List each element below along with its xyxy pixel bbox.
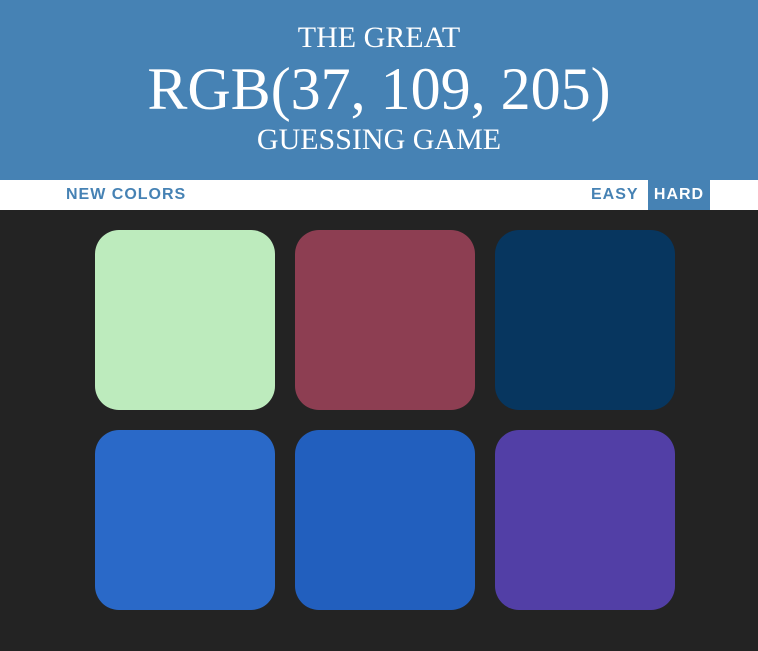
color-square[interactable] <box>95 230 275 410</box>
game-header: THE GREAT RGB(37, 109, 205) GUESSING GAM… <box>0 0 758 180</box>
hard-mode-button[interactable]: HARD <box>648 180 710 210</box>
new-colors-button[interactable]: NEW COLORS <box>66 180 186 210</box>
title-line-bottom: GUESSING GAME <box>256 123 502 156</box>
color-square[interactable] <box>495 230 675 410</box>
title-line-top: THE GREAT <box>297 21 461 54</box>
color-square[interactable] <box>295 230 475 410</box>
color-square[interactable] <box>95 430 275 610</box>
color-square[interactable] <box>495 430 675 610</box>
color-square-grid <box>0 210 758 651</box>
control-bar: NEW COLORS EASY HARD <box>0 180 758 210</box>
easy-mode-button[interactable]: EASY <box>589 180 641 210</box>
color-square[interactable] <box>295 430 475 610</box>
target-rgb-display: RGB(37, 109, 205) <box>147 56 611 122</box>
